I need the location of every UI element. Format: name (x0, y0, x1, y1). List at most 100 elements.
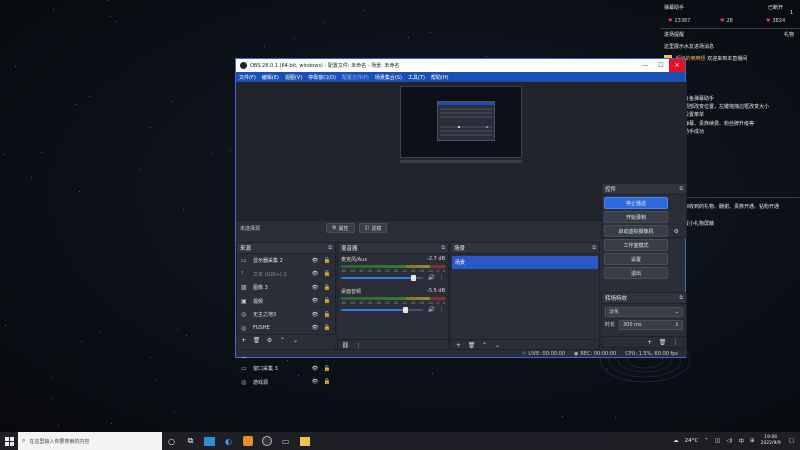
control-button[interactable]: 工作室模式 (604, 239, 668, 251)
volume-slider-knob[interactable] (402, 307, 408, 313)
menu-item[interactable]: 停靠窗口(D) (308, 74, 336, 81)
app-folder-icon[interactable]: ▭ (276, 432, 295, 450)
tab-enter-alerts[interactable]: 进场提醒 (664, 31, 684, 38)
app-image-viewer-icon[interactable] (200, 432, 219, 450)
visibility-eye-icon[interactable]: 👁 (311, 379, 319, 385)
duration-input[interactable]: 300 ms ⇕ (619, 319, 683, 330)
lock-icon[interactable]: 🔓 (323, 325, 331, 331)
app-obs-icon[interactable] (257, 432, 276, 450)
lock-icon[interactable]: 🔓 (323, 312, 331, 318)
task-switch-icon[interactable]: ⧉ (181, 432, 200, 450)
undock-icon[interactable]: ⧉ (441, 245, 445, 251)
taskbar-search[interactable]: ⌕ 在这里输入你要搜索的内容 (18, 432, 162, 450)
scene-item[interactable]: 场景 (452, 256, 598, 269)
clock[interactable]: 19:06 2022/9/9 (761, 435, 781, 447)
start-button[interactable] (0, 432, 18, 450)
menu-item[interactable]: 场景集合(S) (375, 74, 402, 81)
source-item[interactable]: ◎ 游戏源 👁 🔓 (237, 376, 335, 390)
gear-icon[interactable]: ⚙ (265, 336, 274, 344)
source-label: 视频 (253, 298, 264, 305)
menu-item[interactable]: 配置文件(P) (342, 74, 369, 81)
chevron-up-icon[interactable]: ⌃ (480, 341, 489, 349)
menu-item[interactable]: 编辑(E) (262, 74, 279, 81)
trash-icon[interactable]: 🗑 (252, 336, 261, 344)
lock-icon[interactable]: 🔓 (323, 366, 331, 372)
chevron-down-icon[interactable]: ⌄ (291, 336, 300, 344)
source-item[interactable]: ▭ 显示器采集 2 👁 🔓 (237, 254, 335, 268)
menu-item[interactable]: 文件(F) (239, 74, 256, 81)
add-icon[interactable]: + (454, 341, 463, 349)
control-button[interactable]: 开始录制 (604, 211, 668, 223)
transition-type-select[interactable]: 淡化 ⌄ (605, 306, 683, 317)
network-icon[interactable]: ◫ (715, 438, 720, 444)
chevron-down-icon[interactable]: ⌄ (493, 341, 502, 349)
undock-icon[interactable]: ⧉ (328, 245, 332, 251)
volume-slider[interactable] (341, 275, 423, 281)
undock-icon[interactable]: ⧉ (679, 295, 683, 301)
volume-slider-knob[interactable] (411, 275, 417, 281)
source-item[interactable]: ◎ 无主之地3 👁 🔓 (237, 308, 335, 322)
app-chat-icon[interactable] (295, 432, 314, 450)
gear-icon[interactable]: ⚙ (674, 228, 679, 235)
input-grid-icon[interactable]: ⊞ (750, 438, 755, 444)
menu-item[interactable]: 工具(T) (408, 74, 425, 81)
control-button[interactable]: 启动虚拟摄像机 ⚙ (604, 225, 679, 237)
filters-button[interactable]: ◫ 滤镜 (358, 223, 388, 233)
source-item[interactable]: ▨ 图像 3 👁 🔓 (237, 281, 335, 295)
visibility-eye-icon[interactable]: 👁 (311, 285, 319, 291)
visibility-eye-icon[interactable]: 👁 (311, 298, 319, 304)
chevron-up-icon[interactable]: ⌃ (278, 336, 287, 344)
undock-icon[interactable]: ⧉ (592, 245, 596, 251)
weather-icon[interactable]: ☁ (673, 438, 679, 444)
link-icon[interactable]: ⛓ (341, 341, 350, 349)
undock-icon[interactable]: ⧉ (679, 186, 683, 192)
more-vertical-icon[interactable]: ⋮ (354, 341, 363, 349)
trash-icon[interactable]: 🗑 (658, 338, 667, 346)
weather-temp[interactable]: 24°C (685, 438, 699, 444)
app-edge-icon[interactable]: ◐ (219, 432, 238, 450)
source-item[interactable]: ◎ FUSHE 👁 🔓 (237, 322, 335, 336)
lock-icon[interactable]: 🔓 (323, 271, 331, 277)
notification-icon[interactable]: ▢ (789, 438, 794, 444)
source-item[interactable]: ▣ 视频 👁 🔓 (237, 295, 335, 309)
add-icon[interactable]: + (239, 336, 248, 344)
more-vertical-icon[interactable]: ⋮ (439, 307, 445, 313)
lock-icon[interactable]: 🔓 (323, 285, 331, 291)
preview-scrollbar[interactable] (400, 160, 522, 163)
menu-item[interactable]: 帮助(H) (431, 74, 449, 81)
visibility-eye-icon[interactable]: 👁 (311, 271, 319, 277)
control-button[interactable]: 设置 (604, 253, 668, 265)
speaker-icon[interactable]: 🔊 (428, 307, 435, 313)
volume-slider[interactable] (341, 307, 423, 313)
task-view-icon[interactable]: ○ (162, 432, 181, 450)
lock-icon[interactable]: 🔓 (323, 258, 331, 264)
speaker-icon[interactable]: 🔊 (428, 275, 435, 281)
more-vertical-icon[interactable]: ⋮ (439, 275, 445, 281)
maximize-icon[interactable]: ☐ (653, 59, 669, 72)
gear-icon: ⚙ (332, 225, 337, 231)
visibility-eye-icon[interactable]: 👁 (311, 258, 319, 264)
menu-item[interactable]: 视图(V) (285, 74, 302, 81)
properties-button[interactable]: ⚙ 属性 (326, 223, 355, 233)
minimize-icon[interactable]: — (637, 59, 653, 72)
add-icon[interactable]: + (645, 338, 654, 346)
tab-gifts[interactable]: 礼物 (784, 31, 794, 38)
app-game-icon[interactable] (238, 432, 257, 450)
chevron-up-icon[interactable]: ⌃ (704, 438, 709, 444)
control-button[interactable]: 退出 (604, 267, 668, 279)
obs-titlebar[interactable]: OBS 28.0.1 (64-bit, windows) - 配置文件: 未命名… (236, 59, 685, 72)
lock-icon[interactable]: 🔓 (323, 379, 331, 385)
preview-canvas[interactable] (400, 86, 522, 158)
source-item[interactable]: ▭ 窗口采集 3 👁 🔓 (237, 362, 335, 376)
more-vertical-icon[interactable]: ⋮ (671, 338, 680, 346)
source-item[interactable]: ᵀ 文本 (GDI+) 2 👁 🔓 (237, 268, 335, 282)
ime-indicator[interactable]: 中 (738, 437, 744, 445)
control-button[interactable]: 停止播送 (604, 197, 668, 209)
close-icon[interactable]: ✕ (669, 59, 685, 72)
trash-icon[interactable]: 🗑 (467, 341, 476, 349)
volume-icon[interactable]: ◁) (726, 438, 732, 444)
visibility-eye-icon[interactable]: 👁 (311, 312, 319, 318)
visibility-eye-icon[interactable]: 👁 (311, 366, 319, 372)
visibility-eye-icon[interactable]: 👁 (311, 325, 319, 331)
lock-icon[interactable]: 🔓 (323, 298, 331, 304)
